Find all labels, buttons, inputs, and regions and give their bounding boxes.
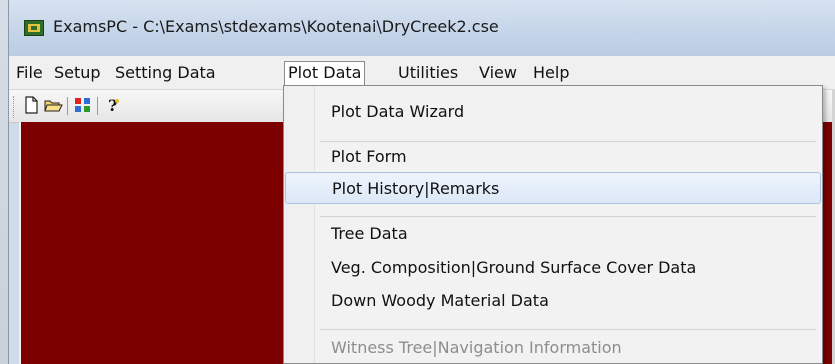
app-icon[interactable]: [24, 20, 44, 36]
menu-file[interactable]: File: [13, 62, 46, 86]
menu-separator: [320, 216, 816, 217]
menu-help[interactable]: Help: [530, 62, 572, 86]
toolbar-separator: [97, 97, 98, 115]
svg-text:?: ?: [108, 96, 117, 115]
menu-item-label: Plot Form: [331, 147, 407, 166]
menu-item-label: Witness Tree|Navigation Information: [331, 338, 622, 357]
menu-item-label: Tree Data: [331, 224, 408, 243]
menu-item-label: Plot History|Remarks: [332, 179, 500, 198]
menu-item-plot-history-remarks[interactable]: Plot History|Remarks: [285, 172, 821, 204]
menu-item-witness-tree[interactable]: Witness Tree|Navigation Information: [285, 332, 821, 364]
menu-separator: [320, 329, 816, 330]
menu-item-plot-data-wizard[interactable]: Plot Data Wizard: [285, 96, 821, 128]
menu-setting-data[interactable]: Setting Data: [112, 62, 219, 86]
plot-data-dropdown: Plot Data Wizard Plot Form Plot History|…: [283, 85, 823, 364]
menu-item-tree-data[interactable]: Tree Data: [285, 218, 821, 250]
menu-item-plot-form[interactable]: Plot Form: [285, 141, 821, 173]
menu-setup[interactable]: Setup: [51, 62, 104, 86]
menu-item-label: Down Woody Material Data: [331, 291, 549, 310]
menu-item-label: Veg. Composition|Ground Surface Cover Da…: [331, 258, 697, 277]
open-folder-icon[interactable]: [43, 95, 63, 115]
menu-item-veg-composition[interactable]: Veg. Composition|Ground Surface Cover Da…: [285, 252, 821, 284]
menu-view[interactable]: View: [476, 62, 520, 86]
menu-item-down-woody-material[interactable]: Down Woody Material Data: [285, 285, 821, 317]
menu-item-label: Plot Data Wizard: [331, 102, 465, 121]
toolbar-grip[interactable]: [13, 96, 17, 118]
menu-utilities[interactable]: Utilities: [395, 62, 461, 86]
transfer-data-icon[interactable]: [73, 95, 93, 115]
toolbar-separator: [67, 97, 68, 115]
new-document-icon[interactable]: [21, 95, 41, 115]
help-icon[interactable]: ?: [103, 95, 123, 115]
window-title: ExamsPC - C:\Exams\stdexams\Kootenai\Dry…: [53, 17, 499, 36]
title-bar[interactable]: ExamsPC - C:\Exams\stdexams\Kootenai\Dry…: [9, 0, 835, 56]
